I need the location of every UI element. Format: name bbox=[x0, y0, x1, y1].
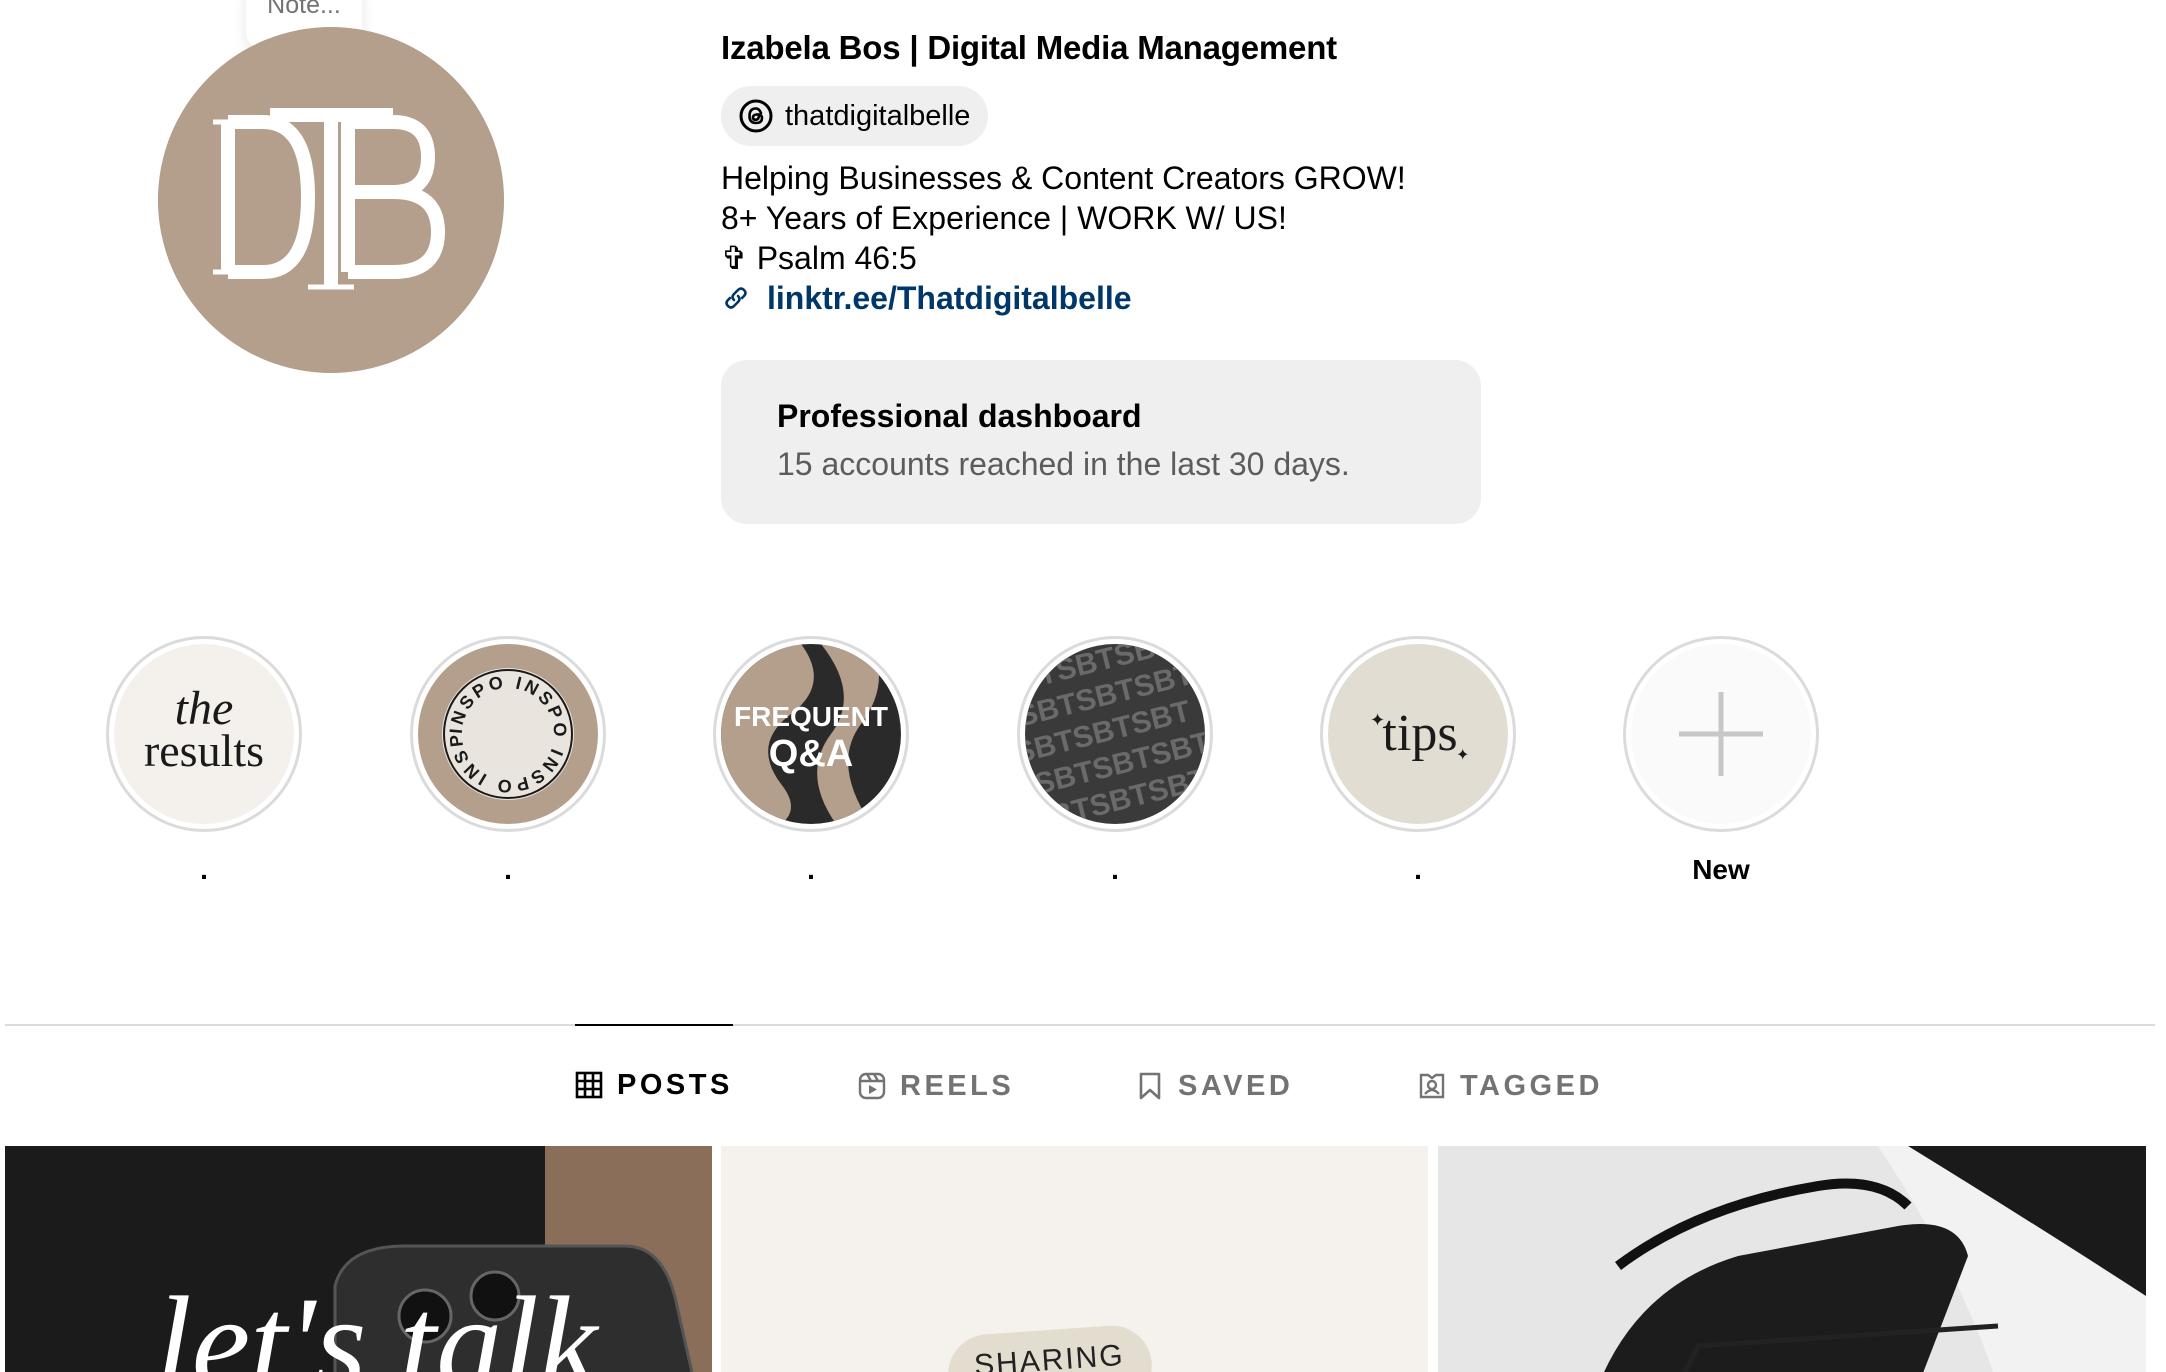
tab-posts[interactable]: POSTS bbox=[575, 1024, 733, 1144]
threads-icon bbox=[739, 99, 773, 133]
highlight-cover-inspo: INSPO INSPO INSPO INSPO bbox=[418, 644, 598, 824]
highlight-item[interactable]: FREQUENT Q&A . bbox=[711, 636, 911, 888]
tab-reels[interactable]: REELS bbox=[858, 1026, 1014, 1146]
highlight-label: . bbox=[504, 854, 512, 885]
highlight-cover-frequent-qa: FREQUENT Q&A bbox=[721, 644, 901, 824]
bio-link[interactable]: linktr.ee/Thatdigitalbelle bbox=[721, 278, 1621, 318]
profile-name: Izabela Bos | Digital Media Management bbox=[721, 29, 1337, 66]
highlight-item[interactable]: the results . bbox=[104, 636, 304, 888]
highlight-ring: the results bbox=[106, 636, 302, 832]
svg-text:✦: ✦ bbox=[1456, 747, 1469, 764]
note-placeholder: Note... bbox=[267, 0, 341, 19]
post-thumbnail[interactable]: SHARING bbox=[721, 1146, 1428, 1372]
highlight-label: . bbox=[1111, 854, 1119, 885]
bio-line: 8+ Years of Experience | WORK W/ US! bbox=[721, 200, 1287, 236]
highlight-cover-bts: TSBTSBTSBT BTSBTSBTSBT TSBTSBTSBT BTSBTS… bbox=[1025, 644, 1205, 824]
tab-label: REELS bbox=[900, 1069, 1015, 1102]
bookmark-icon bbox=[1139, 1072, 1161, 1100]
profile-avatar[interactable] bbox=[158, 27, 504, 373]
dashboard-subtitle: 15 accounts reached in the last 30 days. bbox=[777, 446, 1350, 482]
highlight-label: . bbox=[1414, 854, 1422, 885]
tab-label: TAGGED bbox=[1460, 1069, 1603, 1102]
highlight-label: New bbox=[1692, 854, 1750, 885]
bio-text: Helping Businesses & Content Creators GR… bbox=[721, 158, 1621, 318]
svg-text:results: results bbox=[144, 725, 264, 776]
post-image bbox=[1438, 1146, 2146, 1372]
threads-handle: thatdigitalbelle bbox=[785, 99, 971, 132]
svg-text:✦: ✦ bbox=[1370, 710, 1385, 730]
highlight-ring: tips ✦ ✦ bbox=[1320, 636, 1516, 832]
threads-badge-button[interactable]: thatdigitalbelle bbox=[721, 86, 989, 146]
avatar-monogram-logo bbox=[158, 27, 504, 373]
dashboard-title: Professional dashboard bbox=[777, 398, 1142, 434]
highlight-label: . bbox=[200, 854, 208, 885]
tabs-divider bbox=[5, 1024, 2155, 1026]
highlight-ring: FREQUENT Q&A bbox=[713, 636, 909, 832]
reels-icon bbox=[858, 1072, 886, 1100]
highlight-cover-the-results: the results bbox=[114, 644, 294, 824]
highlight-item[interactable]: TSBTSBTSBT BTSBTSBTSBT TSBTSBTSBT BTSBTS… bbox=[1015, 636, 1215, 888]
tab-tagged[interactable]: TAGGED bbox=[1418, 1026, 1603, 1146]
svg-text:FREQUENT: FREQUENT bbox=[734, 701, 888, 732]
tab-label: SAVED bbox=[1178, 1069, 1294, 1102]
highlight-ring: INSPO INSPO INSPO INSPO bbox=[410, 636, 606, 832]
post-thumbnail[interactable]: let's talk bbox=[5, 1146, 712, 1372]
bio-line: Helping Businesses & Content Creators GR… bbox=[721, 160, 1406, 196]
professional-dashboard-card[interactable]: Professional dashboard 15 accounts reach… bbox=[721, 360, 1481, 524]
svg-text:Q&A: Q&A bbox=[769, 733, 853, 775]
new-highlight-button[interactable]: New bbox=[1621, 636, 1821, 888]
post-caption: let's talk bbox=[155, 1269, 598, 1372]
highlight-item[interactable]: tips ✦ ✦ . bbox=[1318, 636, 1518, 888]
tab-saved[interactable]: SAVED bbox=[1136, 1026, 1293, 1146]
tab-label: POSTS bbox=[617, 1068, 733, 1101]
highlight-cover-tips: tips ✦ ✦ bbox=[1328, 644, 1508, 824]
bio-line: ✞ Psalm 46:5 bbox=[721, 240, 917, 276]
profile-bio: Izabela Bos | Digital Media Management t… bbox=[721, 28, 1621, 318]
highlight-ring: TSBTSBTSBT BTSBTSBTSBT TSBTSBTSBT BTSBTS… bbox=[1017, 636, 1213, 832]
post-thumbnail[interactable] bbox=[1438, 1146, 2146, 1372]
tagged-icon bbox=[1419, 1073, 1445, 1099]
svg-text:tips: tips bbox=[1382, 705, 1457, 762]
bio-link-url[interactable]: linktr.ee/Thatdigitalbelle bbox=[767, 278, 1132, 318]
highlight-item[interactable]: INSPO INSPO INSPO INSPO . bbox=[408, 636, 608, 888]
new-highlight-cover bbox=[1631, 644, 1811, 824]
plus-icon bbox=[1631, 644, 1811, 824]
highlight-label: . bbox=[807, 854, 815, 885]
highlight-ring bbox=[1623, 636, 1819, 832]
grid-icon bbox=[575, 1071, 603, 1099]
link-icon bbox=[725, 287, 747, 309]
